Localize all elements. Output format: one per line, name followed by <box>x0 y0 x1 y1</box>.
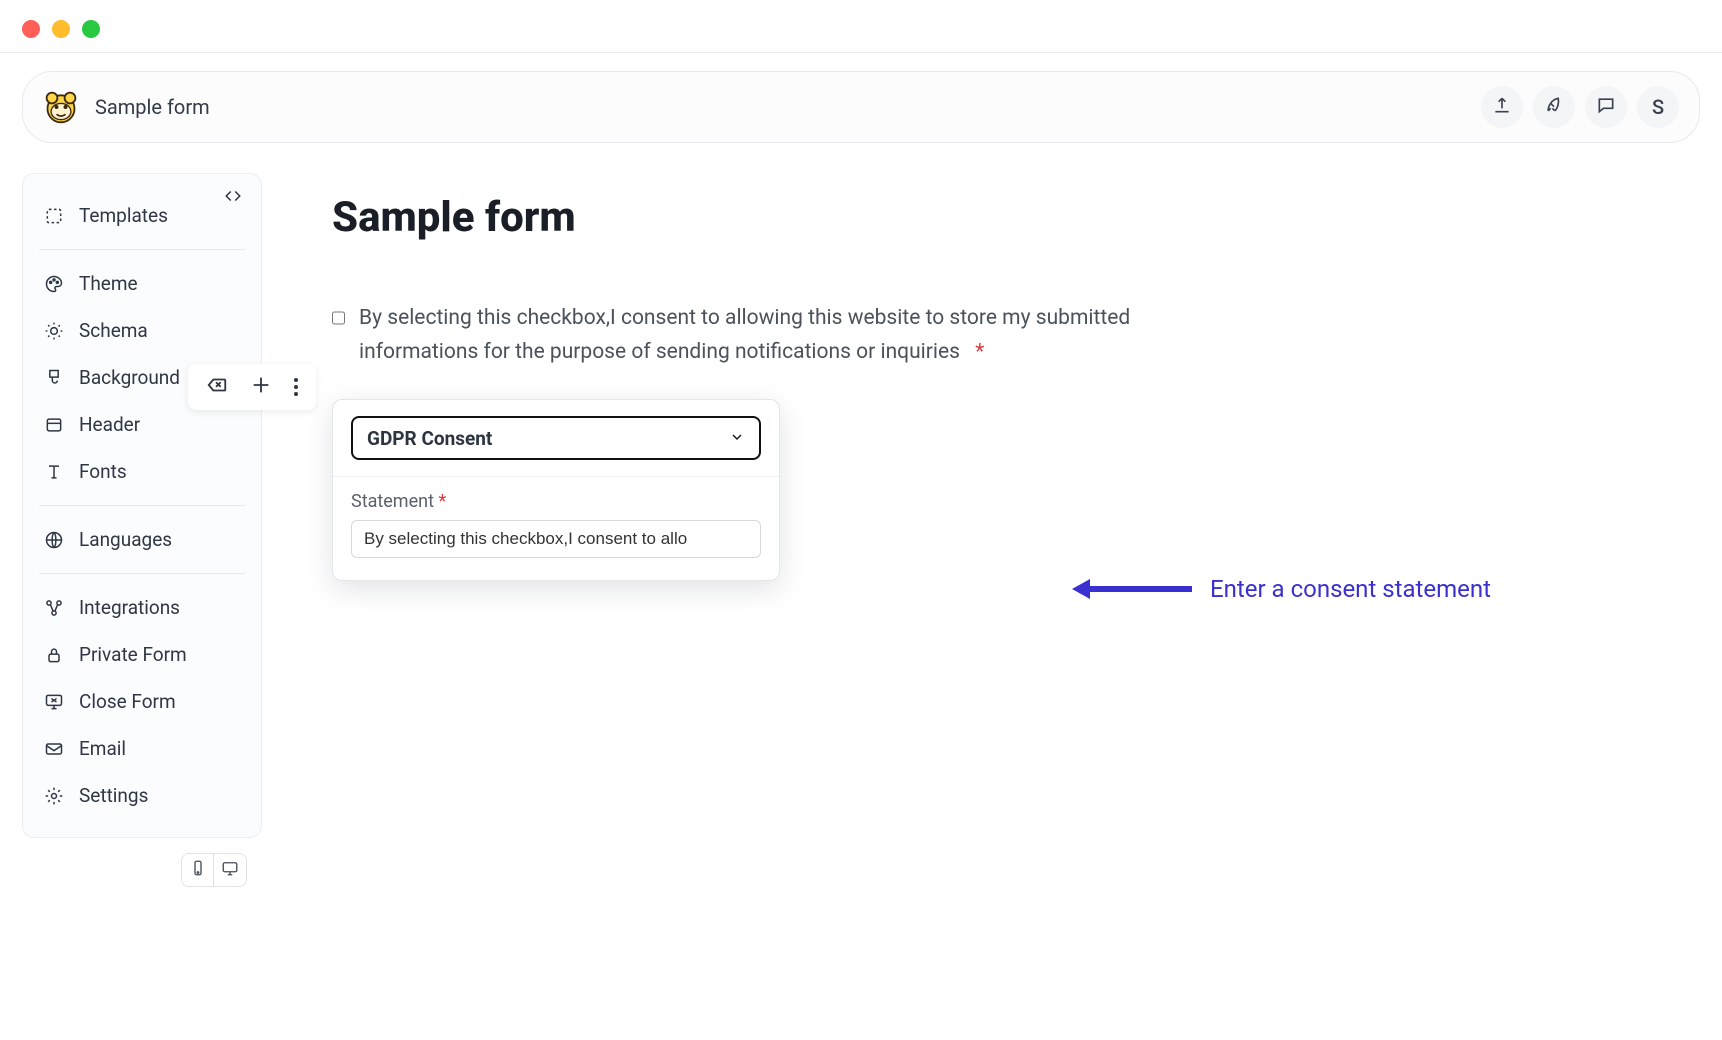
plus-icon <box>250 374 272 400</box>
comment-icon <box>1596 95 1616 119</box>
chevron-down-icon <box>729 427 745 450</box>
consent-checkbox[interactable] <box>332 308 345 328</box>
consent-text: By selecting this checkbox,I consent to … <box>359 306 1130 364</box>
sidebar-item-integrations[interactable]: Integrations <box>23 584 261 631</box>
topbar: Sample form S <box>22 71 1700 143</box>
mail-icon <box>43 738 65 760</box>
sidebar-item-label: Fonts <box>79 460 127 483</box>
sidebar-item-label: Email <box>79 737 126 760</box>
main-layout: Templates Theme Schema Background Header <box>0 173 1722 838</box>
consent-field[interactable]: By selecting this checkbox,I consent to … <box>332 302 1252 369</box>
form-canvas: Sample form By selecting this checkbox,I… <box>292 173 1700 838</box>
sidebar-item-fonts[interactable]: Fonts <box>23 448 261 495</box>
sidebar-item-label: Languages <box>79 528 172 551</box>
consent-text-wrap: By selecting this checkbox,I consent to … <box>359 302 1252 369</box>
sidebar-item-label: Settings <box>79 784 148 807</box>
header-icon <box>43 414 65 436</box>
sidebar-item-private-form[interactable]: Private Form <box>23 631 261 678</box>
item-more-button[interactable] <box>290 374 302 400</box>
text-icon <box>43 461 65 483</box>
templates-icon <box>43 205 65 227</box>
upload-button[interactable] <box>1481 86 1523 128</box>
code-icon <box>224 187 242 209</box>
annotation-text: Enter a consent statement <box>1210 575 1491 603</box>
sidebar-item-label: Header <box>79 413 140 436</box>
sidebar-item-label: Schema <box>79 319 148 342</box>
sidebar-item-label: Private Form <box>79 643 187 666</box>
mobile-preview-button[interactable] <box>182 854 214 886</box>
app-logo-icon[interactable] <box>43 89 79 125</box>
sidebar-item-email[interactable]: Email <box>23 725 261 772</box>
avatar-button[interactable]: S <box>1637 86 1679 128</box>
lock-icon <box>43 644 65 666</box>
statement-label: Statement * <box>351 491 761 512</box>
window-close-icon[interactable] <box>22 20 40 38</box>
divider <box>39 249 245 250</box>
divider <box>39 505 245 506</box>
statement-input[interactable] <box>351 520 761 558</box>
code-toggle-button[interactable] <box>219 184 247 212</box>
divider <box>0 52 1722 53</box>
add-item-button[interactable] <box>246 372 276 402</box>
instruction-annotation: Enter a consent statement <box>1072 575 1491 603</box>
integrations-icon <box>43 597 65 619</box>
divider <box>39 573 245 574</box>
statement-label-text: Statement <box>351 491 434 512</box>
sun-icon <box>43 320 65 342</box>
required-mark: * <box>975 340 984 364</box>
sidebar-item-languages[interactable]: Languages <box>23 516 261 563</box>
monitor-x-icon <box>43 691 65 713</box>
sidebar-item-label: Theme <box>79 272 138 295</box>
desktop-preview-button[interactable] <box>214 854 246 886</box>
window-controls <box>0 0 1722 52</box>
palette-icon <box>43 273 65 295</box>
form-title: Sample form <box>332 193 1680 242</box>
globe-icon <box>43 529 65 551</box>
launch-button[interactable] <box>1533 86 1575 128</box>
upload-icon <box>1492 95 1512 119</box>
sidebar-item-theme[interactable]: Theme <box>23 260 261 307</box>
backspace-icon <box>206 374 228 400</box>
topbar-actions: S <box>1481 86 1679 128</box>
rocket-icon <box>1544 95 1564 119</box>
device-toggle <box>181 853 247 887</box>
page-title: Sample form <box>95 95 210 119</box>
sidebar-item-schema[interactable]: Schema <box>23 307 261 354</box>
sidebar-item-label: Templates <box>79 204 168 227</box>
window-maximize-icon[interactable] <box>82 20 100 38</box>
arrow-icon <box>1072 585 1192 593</box>
window-minimize-icon[interactable] <box>52 20 70 38</box>
field-type-value: GDPR Consent <box>367 427 492 450</box>
field-type-select[interactable]: GDPR Consent <box>351 416 761 460</box>
paintbrush-icon <box>43 367 65 389</box>
mobile-icon <box>189 859 207 881</box>
field-editor-card: GDPR Consent Statement * <box>332 399 780 581</box>
sidebar-item-label: Background <box>79 366 180 389</box>
comments-button[interactable] <box>1585 86 1627 128</box>
required-mark: * <box>438 491 446 512</box>
desktop-icon <box>221 859 239 881</box>
delete-item-button[interactable] <box>202 372 232 402</box>
sidebar-item-label: Close Form <box>79 690 176 713</box>
sidebar: Templates Theme Schema Background Header <box>22 173 262 838</box>
sidebar-item-label: Integrations <box>79 596 180 619</box>
item-context-toolbar <box>188 364 316 410</box>
sidebar-item-settings[interactable]: Settings <box>23 772 261 819</box>
gear-icon <box>43 785 65 807</box>
sidebar-item-close-form[interactable]: Close Form <box>23 678 261 725</box>
